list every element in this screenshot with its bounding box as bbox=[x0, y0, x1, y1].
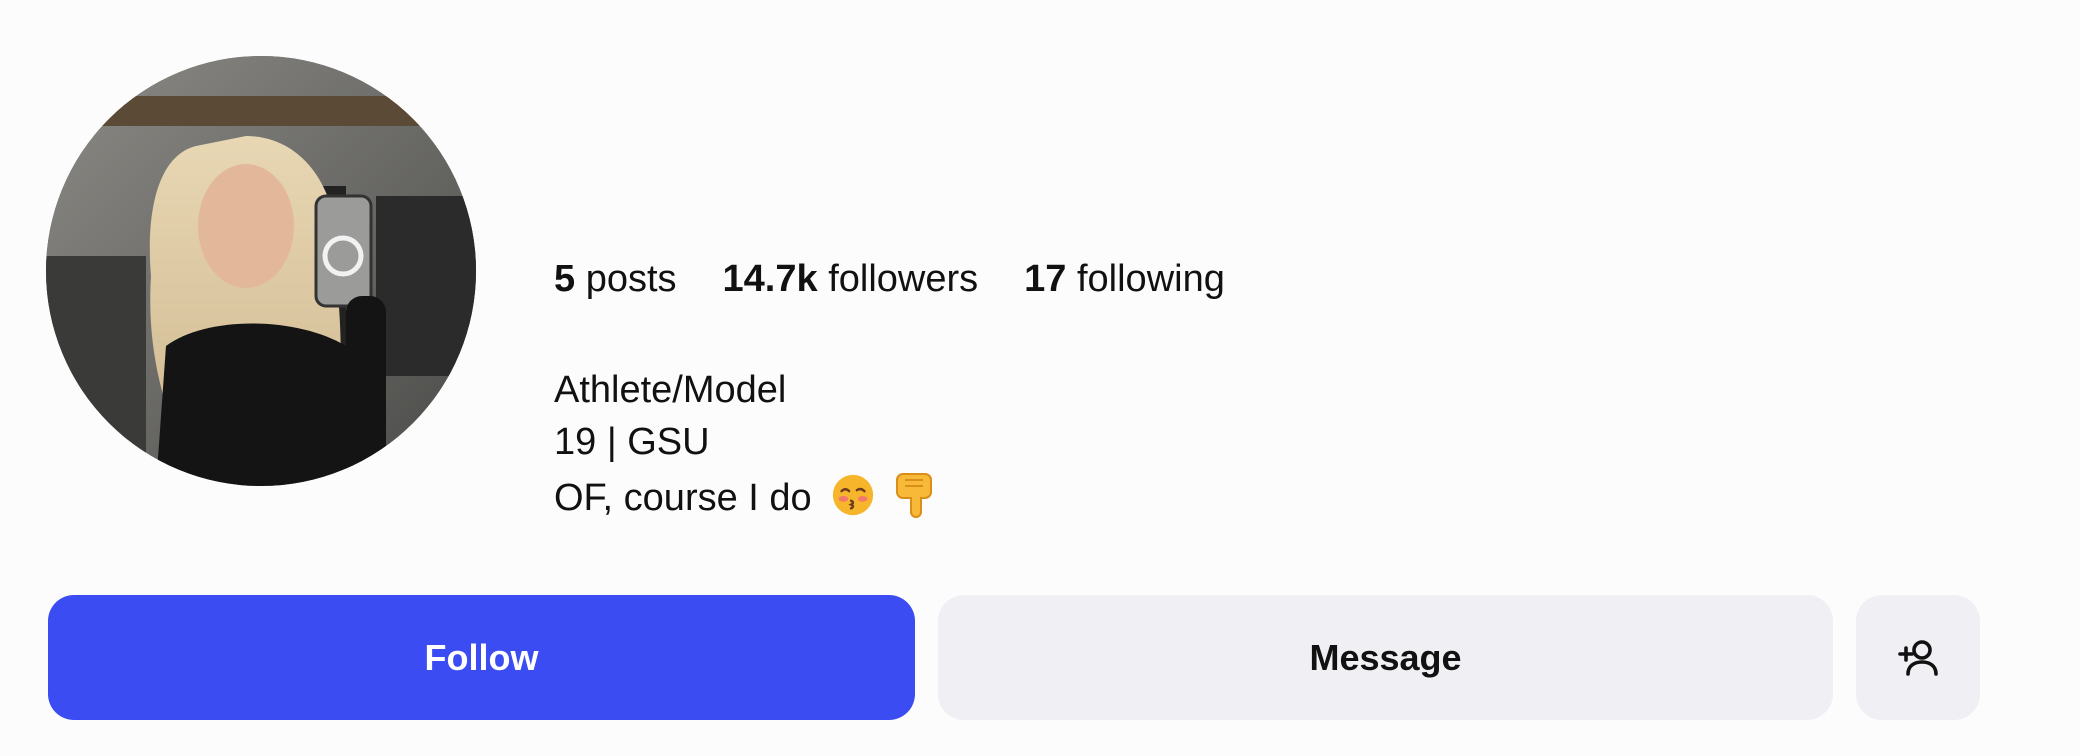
posts-label: posts bbox=[585, 258, 677, 300]
bio-line-3-text: OF, course I do bbox=[554, 477, 812, 519]
pointing-down-icon bbox=[895, 473, 932, 518]
kissing-face-icon bbox=[833, 474, 874, 516]
profile-bio: Athlete/Model 19 | GSU OF, course I do bbox=[554, 364, 937, 524]
avatar-photo bbox=[46, 56, 476, 486]
avatar[interactable] bbox=[46, 56, 476, 486]
followers-label: followers bbox=[828, 258, 979, 300]
bio-line-2: 19 | GSU bbox=[554, 421, 710, 463]
following-stat[interactable]: 17 following bbox=[1024, 254, 1225, 304]
profile-stats: 5 posts 14.7k followers 17 following bbox=[554, 254, 1225, 304]
posts-stat[interactable]: 5 posts bbox=[554, 254, 677, 304]
add-user-button[interactable] bbox=[1856, 595, 1980, 720]
follow-button[interactable]: Follow bbox=[48, 595, 915, 720]
followers-count: 14.7k bbox=[722, 258, 818, 300]
bio-line-3: OF, course I do bbox=[554, 468, 937, 524]
following-count: 17 bbox=[1024, 258, 1067, 300]
message-button[interactable]: Message bbox=[938, 595, 1833, 720]
add-user-icon bbox=[1898, 639, 1938, 676]
followers-stat[interactable]: 14.7k followers bbox=[723, 254, 979, 304]
following-label: following bbox=[1076, 258, 1225, 300]
posts-count: 5 bbox=[554, 258, 576, 300]
bio-line-1: Athlete/Model bbox=[554, 369, 787, 411]
